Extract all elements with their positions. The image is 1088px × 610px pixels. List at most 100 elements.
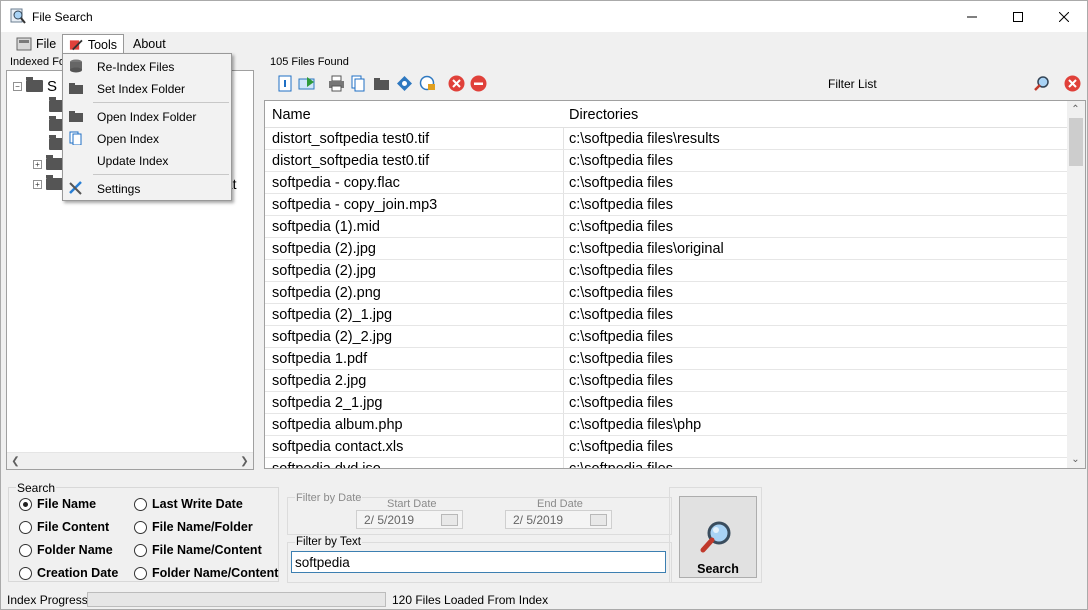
cell-file-name: softpedia 1.pdf bbox=[272, 351, 368, 367]
horizontal-scrollbar[interactable]: ❮ ❯ bbox=[7, 452, 253, 469]
maximize-button[interactable] bbox=[995, 1, 1041, 32]
clear-filter-icon[interactable] bbox=[1064, 75, 1081, 92]
table-row[interactable]: softpedia (2)_1.jpg c:\softpedia files bbox=[265, 304, 1067, 326]
table-row[interactable]: softpedia (2).jpg c:\softpedia files bbox=[265, 260, 1067, 282]
menu-about[interactable]: About bbox=[127, 34, 172, 54]
scroll-thumb[interactable] bbox=[1069, 118, 1083, 166]
table-row[interactable]: softpedia (2).jpg c:\softpedia files\orig… bbox=[265, 238, 1067, 260]
table-row[interactable]: softpedia (2)_2.jpg c:\softpedia files bbox=[265, 326, 1067, 348]
cell-file-name: softpedia (2).png bbox=[272, 285, 381, 301]
copy-icon[interactable] bbox=[350, 75, 367, 92]
start-date-picker[interactable]: 2/ 5/2019 bbox=[356, 510, 463, 529]
cell-directory: c:\softpedia files bbox=[569, 285, 673, 301]
folder-icon bbox=[69, 83, 83, 94]
tools-menu-icon bbox=[69, 39, 83, 51]
column-header-directories[interactable]: Directories bbox=[569, 107, 638, 123]
menu-bar: File Tools About bbox=[1, 32, 1087, 55]
menu-item-set-index-folder[interactable]: Set Index Folder bbox=[63, 77, 231, 99]
table-row[interactable]: distort_softpedia test0.tif c:\softpedia … bbox=[265, 128, 1067, 150]
table-row[interactable]: softpedia - copy.flac c:\softpedia files bbox=[265, 172, 1067, 194]
menu-item-open-index-folder[interactable]: Open Index Folder bbox=[63, 105, 231, 127]
cell-file-name: softpedia (2).jpg bbox=[272, 241, 376, 257]
export-icon[interactable] bbox=[277, 75, 294, 92]
menu-item-label: Open Index Folder bbox=[97, 110, 197, 124]
calendar-icon[interactable] bbox=[590, 514, 607, 526]
table-row[interactable]: softpedia contact.xls c:\softpedia files bbox=[265, 436, 1067, 458]
radio-dot[interactable] bbox=[19, 566, 32, 580]
cell-file-name: softpedia - copy.flac bbox=[272, 175, 400, 191]
table-row[interactable]: softpedia dvd.iso c:\softpedia files bbox=[265, 458, 1067, 468]
cancel-icon[interactable] bbox=[448, 75, 465, 92]
radio-dot[interactable] bbox=[134, 520, 147, 534]
radio-file-name-content[interactable]: File Name/Content bbox=[134, 543, 262, 557]
menu-item-reindex-files[interactable]: Re-Index Files bbox=[63, 55, 231, 77]
scroll-right-icon[interactable]: ❯ bbox=[236, 453, 253, 470]
radio-last-write-date[interactable]: Last Write Date bbox=[134, 497, 243, 511]
column-header-name[interactable]: Name bbox=[272, 107, 311, 123]
close-button[interactable] bbox=[1041, 1, 1087, 32]
tree-node[interactable]: + bbox=[33, 154, 63, 174]
radio-label: File Name/Content bbox=[152, 543, 262, 557]
table-row[interactable]: softpedia (2).png c:\softpedia files bbox=[265, 282, 1067, 304]
table-row[interactable]: softpedia album.php c:\softpedia files\ph… bbox=[265, 414, 1067, 436]
diamond-icon[interactable] bbox=[396, 75, 413, 92]
table-row[interactable]: softpedia 2_1.jpg c:\softpedia files bbox=[265, 392, 1067, 414]
cell-directory: c:\softpedia files bbox=[569, 351, 673, 367]
results-grid[interactable]: Name Directories distort_softpedia test0… bbox=[264, 100, 1086, 469]
menu-file[interactable]: File bbox=[10, 34, 62, 54]
menu-separator bbox=[93, 174, 229, 175]
menu-item-open-index[interactable]: Open Index bbox=[63, 127, 231, 149]
vertical-scrollbar[interactable]: ⌃ ⌄ bbox=[1067, 101, 1085, 468]
filter-list-input[interactable] bbox=[879, 73, 1029, 93]
minimize-icon bbox=[967, 16, 977, 17]
expand-icon[interactable]: + bbox=[33, 179, 42, 189]
radio-creation-date[interactable]: Creation Date bbox=[19, 566, 118, 580]
radio-label: Last Write Date bbox=[152, 497, 243, 511]
status-message: 120 Files Loaded From Index bbox=[392, 593, 549, 607]
tree-root[interactable]: − S bbox=[13, 76, 57, 96]
end-date-picker[interactable]: 2/ 5/2019 bbox=[505, 510, 612, 529]
radio-dot[interactable] bbox=[134, 497, 147, 511]
scroll-up-icon[interactable]: ⌃ bbox=[1067, 101, 1084, 118]
search-filter-icon[interactable] bbox=[1034, 75, 1051, 92]
scroll-left-icon[interactable]: ❮ bbox=[7, 453, 24, 470]
tree-root-label: S bbox=[47, 77, 58, 95]
expand-icon[interactable]: + bbox=[33, 159, 42, 169]
file-menu-icon bbox=[16, 37, 32, 51]
end-date-value: 2/ 5/2019 bbox=[513, 513, 564, 527]
menu-item-update-index[interactable]: Update Index bbox=[63, 149, 231, 171]
menu-item-settings[interactable]: Settings bbox=[63, 177, 231, 199]
radio-file-content[interactable]: File Content bbox=[19, 520, 109, 534]
folder-icon[interactable] bbox=[373, 75, 390, 92]
radio-dot[interactable] bbox=[19, 497, 32, 511]
cell-file-name: softpedia (2).jpg bbox=[272, 263, 376, 279]
collapse-icon[interactable]: − bbox=[13, 81, 22, 91]
table-row[interactable]: softpedia (1).mid c:\softpedia files bbox=[265, 216, 1067, 238]
minimize-button[interactable] bbox=[949, 1, 995, 32]
radio-dot[interactable] bbox=[19, 520, 32, 534]
cell-directory: c:\softpedia files\php bbox=[569, 417, 702, 433]
cell-file-name: softpedia (2)_1.jpg bbox=[272, 307, 393, 323]
stop-icon[interactable] bbox=[470, 75, 487, 92]
filter-text-input[interactable] bbox=[291, 551, 666, 573]
maximize-icon bbox=[1013, 11, 1023, 22]
menu-tools[interactable]: Tools bbox=[62, 34, 124, 55]
radio-file-name[interactable]: File Name bbox=[19, 497, 96, 511]
table-row[interactable]: softpedia 1.pdf c:\softpedia files bbox=[265, 348, 1067, 370]
cell-directory: c:\softpedia files bbox=[569, 307, 673, 323]
lock-search-icon[interactable] bbox=[419, 75, 436, 92]
radio-folder-name[interactable]: Folder Name bbox=[19, 543, 113, 557]
table-row[interactable]: softpedia - copy_join.mp3 c:\softpedia fi… bbox=[265, 194, 1067, 216]
mail-icon[interactable] bbox=[298, 75, 315, 92]
radio-dot[interactable] bbox=[134, 566, 147, 580]
scroll-down-icon[interactable]: ⌄ bbox=[1067, 451, 1084, 468]
calendar-icon[interactable] bbox=[441, 514, 458, 526]
radio-dot[interactable] bbox=[19, 543, 32, 557]
table-row[interactable]: distort_softpedia test0.tif c:\softpedia … bbox=[265, 150, 1067, 172]
radio-folder-name-content[interactable]: Folder Name/Content bbox=[134, 566, 278, 580]
table-row[interactable]: softpedia 2.jpg c:\softpedia files bbox=[265, 370, 1067, 392]
radio-dot[interactable] bbox=[134, 543, 147, 557]
search-button[interactable]: Search bbox=[679, 496, 757, 578]
radio-file-name-folder[interactable]: File Name/Folder bbox=[134, 520, 253, 534]
print-icon[interactable] bbox=[328, 75, 345, 92]
